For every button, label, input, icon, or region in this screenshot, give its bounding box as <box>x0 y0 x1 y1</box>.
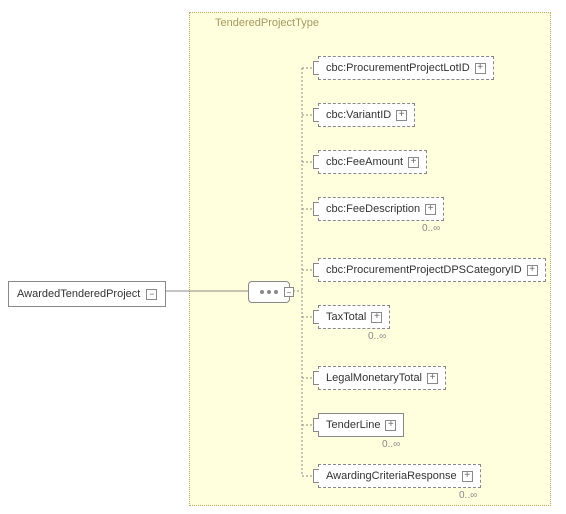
element-cap <box>313 108 319 122</box>
element-cap <box>313 61 319 75</box>
occurrence-label: 0..∞ <box>368 331 386 342</box>
child-label: cbc:FeeDescription <box>326 203 420 215</box>
occurrence-label: 0..∞ <box>459 490 477 501</box>
child-label: cbc:FeeAmount <box>326 156 403 168</box>
occurrence-label: 0..∞ <box>422 223 440 234</box>
element-cap <box>313 202 319 216</box>
expand-icon[interactable]: + <box>408 157 419 168</box>
child-element[interactable]: cbc:VariantID + <box>318 103 415 127</box>
sequence-icon <box>260 290 278 294</box>
child-element[interactable]: LegalMonetaryTotal + <box>318 366 446 390</box>
child-label: cbc:VariantID <box>326 109 391 121</box>
root-label: AwardedTenderedProject <box>17 288 140 300</box>
child-label: TenderLine <box>326 419 380 431</box>
child-element[interactable]: cbc:FeeAmount + <box>318 150 427 174</box>
child-element[interactable]: AwardingCriteriaResponse + <box>318 464 481 488</box>
expand-icon[interactable]: + <box>427 373 438 384</box>
child-label: AwardingCriteriaResponse <box>326 470 457 482</box>
child-label: TaxTotal <box>326 311 366 323</box>
panel-title: TenderedProjectType <box>215 17 319 29</box>
root-element[interactable]: AwardedTenderedProject − <box>8 281 166 307</box>
child-element[interactable]: cbc:FeeDescription + <box>318 197 444 221</box>
child-element[interactable]: cbc:ProcurementProjectDPSCategoryID + <box>318 258 546 282</box>
expand-icon[interactable]: + <box>462 471 473 482</box>
child-element[interactable]: cbc:ProcurementProjectLotID + <box>318 56 494 80</box>
child-label: cbc:ProcurementProjectLotID <box>326 62 470 74</box>
expand-icon[interactable]: + <box>527 265 538 276</box>
element-cap <box>313 263 319 277</box>
child-element[interactable]: TaxTotal + <box>318 305 390 329</box>
expand-icon[interactable]: + <box>475 63 486 74</box>
expand-icon[interactable]: + <box>396 110 407 121</box>
element-cap <box>313 155 319 169</box>
expand-icon[interactable]: + <box>425 204 436 215</box>
expand-icon[interactable]: + <box>385 420 396 431</box>
child-label: LegalMonetaryTotal <box>326 372 422 384</box>
sequence-compositor[interactable]: − <box>248 281 290 303</box>
collapse-icon[interactable]: − <box>146 289 157 300</box>
element-cap <box>313 371 319 385</box>
expand-icon[interactable]: + <box>371 312 382 323</box>
child-label: cbc:ProcurementProjectDPSCategoryID <box>326 264 522 276</box>
element-cap <box>313 310 319 324</box>
occurrence-label: 0..∞ <box>382 439 400 450</box>
element-cap <box>313 418 319 432</box>
element-cap <box>313 469 319 483</box>
collapse-icon[interactable]: − <box>284 287 294 297</box>
child-element[interactable]: TenderLine + <box>318 413 404 437</box>
